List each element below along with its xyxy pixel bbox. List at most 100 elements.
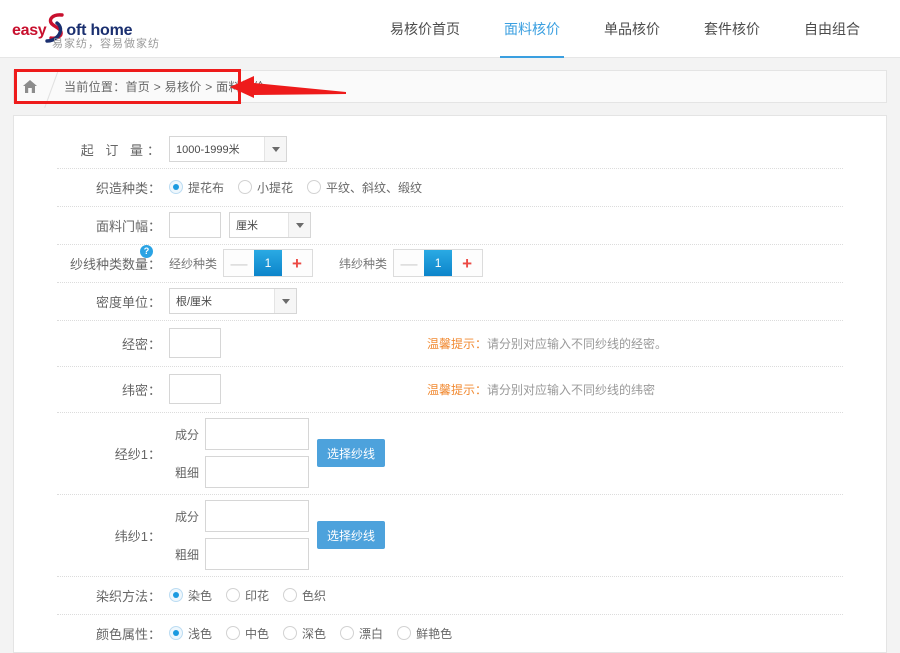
breadcrumb: 当前位置：首页 > 易核价 > 面料核价 [13, 70, 887, 103]
breadcrumb-divider [46, 71, 60, 102]
home-icon[interactable] [14, 79, 46, 94]
radio-label: 提花布 [188, 180, 225, 195]
row-weave-type: 织造种类： 提花布 小提花 平纹、斜纹、缎纹 [14, 168, 886, 206]
label-warp-yarn-1: 经纱1： [114, 446, 161, 462]
fabric-width-input[interactable] [169, 212, 221, 238]
radio-label: 深色 [302, 626, 327, 641]
nav-item-fabric-pricing[interactable]: 面料核价 [482, 0, 582, 58]
radio-dye-yarn-dyed[interactable]: 色织 [283, 587, 326, 604]
logo-subtitle: 易家纺，容易做家纺 [52, 37, 160, 50]
label-colon: ： [147, 256, 161, 272]
breadcrumb-text: 当前位置：首页 > 易核价 > 面料核价 [64, 80, 266, 94]
fabric-width-unit-select[interactable]: 厘米 [229, 212, 311, 238]
warp-yarn-thickness-input[interactable] [205, 456, 309, 488]
radio-label: 鲜艳色 [416, 626, 453, 641]
main-navigation: 易核价首页 面料核价 单品核价 套件核价 自由组合 [368, 0, 882, 58]
weft-stepper-label: 纬纱种类 [339, 256, 388, 271]
label-warp-density: 经密： [121, 336, 161, 352]
radio-dot-icon [307, 180, 322, 194]
tip-prefix: 温馨提示： [427, 336, 488, 351]
label-density-unit: 密度单位： [95, 294, 161, 310]
warp-select-yarn-button[interactable]: 选择纱线 [317, 439, 386, 467]
row-warp-density: 经密： 温馨提示：请分别对应输入不同纱线的经密。 [14, 320, 886, 366]
warp-density-tip: 温馨提示：请分别对应输入不同纱线的经密。 [427, 335, 667, 352]
moq-select[interactable]: 1000-1999米 [169, 136, 287, 162]
fabric-width-unit-value: 厘米 [236, 220, 258, 232]
warp-density-input[interactable] [169, 328, 221, 358]
weft-yarn-thickness-input[interactable] [205, 538, 309, 570]
weft-yarn-thickness-line: 粗细 [169, 536, 309, 572]
nav-item-single-product-pricing[interactable]: 单品核价 [582, 0, 682, 58]
question-mark-icon[interactable]: ? [140, 244, 153, 258]
warp-decrement-button[interactable]: — [224, 250, 255, 276]
moq-select-value: 1000-1999米 [176, 144, 240, 156]
label-weft-yarn-1: 纬纱1： [114, 528, 161, 544]
radio-label: 小提花 [257, 180, 294, 195]
site-header: easy oft home 易家纺，容易做家纺 易核价首页 面料核价 单品核价 套… [0, 0, 900, 58]
site-logo[interactable]: easy oft home 易家纺，容易做家纺 [10, 7, 170, 51]
radio-label: 平纹、斜纹、缎纹 [326, 180, 423, 195]
warp-stepper-label: 经纱种类 [169, 256, 218, 271]
warp-yarn-thickness-line: 粗细 [169, 454, 309, 490]
chevron-down-icon [274, 289, 296, 313]
label-composition: 成分 [174, 509, 199, 524]
weft-density-tip: 温馨提示：请分别对应输入不同纱线的纬密 [427, 381, 655, 398]
nav-item-home[interactable]: 易核价首页 [368, 0, 482, 58]
label-composition: 成分 [174, 427, 199, 442]
density-unit-value: 根/厘米 [176, 296, 213, 308]
row-color-attribute: 颜色属性： 浅色 中色 深色 漂白 鲜艳色 [14, 614, 886, 652]
radio-weave-small-jacquard[interactable]: 小提花 [238, 179, 293, 196]
row-weft-density: 纬密： 温馨提示：请分别对应输入不同纱线的纬密 [14, 366, 886, 412]
row-warp-yarn-1: 经纱1： 成分 粗细 选择纱线 [14, 412, 886, 494]
row-fabric-width: 面料门幅： 厘米 [14, 206, 886, 244]
chevron-down-icon [264, 137, 286, 161]
row-density-unit: 密度单位： 根/厘米 [14, 282, 886, 320]
row-dye-method: 染织方法： 染色 印花 色织 [14, 576, 886, 614]
radio-dot-icon [238, 180, 253, 194]
density-unit-select[interactable]: 根/厘米 [169, 288, 297, 314]
warp-type-stepper[interactable]: — 1 + [223, 249, 314, 277]
weft-stepper-value: 1 [424, 250, 453, 276]
radio-dye-printed[interactable]: 印花 [226, 587, 269, 604]
logo-easy-text: easy [12, 21, 47, 39]
radio-label: 漂白 [359, 626, 384, 641]
fabric-pricing-form: 起 订 量： 1000-1999米 织造种类： 提花布 小提花 平纹、斜纹、缎纹 [13, 115, 887, 653]
radio-color-light[interactable]: 浅色 [169, 625, 212, 642]
weft-decrement-button[interactable]: — [394, 250, 425, 276]
radio-dot-icon [226, 588, 241, 602]
nav-item-free-combination[interactable]: 自由组合 [782, 0, 882, 58]
radio-weave-jacquard[interactable]: 提花布 [169, 179, 224, 196]
label-fabric-width: 面料门幅： [95, 218, 161, 234]
radio-label: 色织 [302, 588, 327, 603]
chevron-down-icon [288, 213, 310, 237]
warp-yarn-composition-input[interactable] [205, 418, 309, 450]
weft-yarn-composition-input[interactable] [205, 500, 309, 532]
warp-increment-button[interactable]: + [282, 250, 313, 276]
radio-label: 染色 [188, 588, 213, 603]
label-dye-method: 染织方法： [95, 588, 161, 604]
radio-color-dark[interactable]: 深色 [283, 625, 326, 642]
label-weave-type: 织造种类： [95, 180, 161, 196]
row-weft-yarn-1: 纬纱1： 成分 粗细 选择纱线 [14, 494, 886, 576]
label-color-attribute: 颜色属性： [95, 626, 161, 642]
radio-color-bleached[interactable]: 漂白 [340, 625, 383, 642]
radio-weave-plain-twill-satin[interactable]: 平纹、斜纹、缎纹 [307, 179, 422, 196]
radio-color-medium[interactable]: 中色 [226, 625, 269, 642]
weft-type-stepper[interactable]: — 1 + [393, 249, 484, 277]
weft-select-yarn-button[interactable]: 选择纱线 [317, 521, 386, 549]
nav-item-set-pricing[interactable]: 套件核价 [682, 0, 782, 58]
radio-dot-icon [283, 588, 298, 602]
radio-dye-dyed[interactable]: 染色 [169, 587, 212, 604]
weft-yarn-composition-line: 成分 [169, 498, 309, 534]
radio-label: 印花 [245, 588, 270, 603]
label-yarn-type-count: 纱线种类数量： ? [14, 244, 169, 273]
radio-color-bright[interactable]: 鲜艳色 [397, 625, 452, 642]
weft-increment-button[interactable]: + [452, 250, 483, 276]
radio-dot-icon [169, 588, 183, 602]
weft-density-input[interactable] [169, 374, 221, 404]
label-thickness: 粗细 [174, 547, 199, 562]
label-moq: 起 订 量： [80, 142, 164, 158]
label-thickness: 粗细 [174, 465, 199, 480]
label-yarn-type-count-text: 纱线种类数量 [69, 256, 148, 272]
radio-dot-icon [169, 180, 183, 194]
